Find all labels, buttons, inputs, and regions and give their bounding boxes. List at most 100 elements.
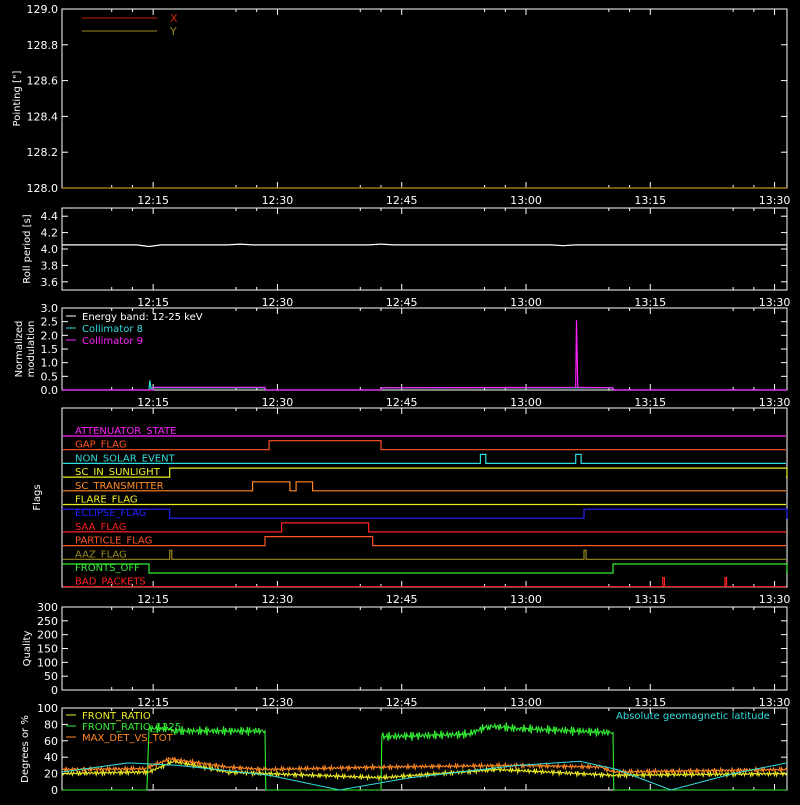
flag-label: NON_SOLAR_EVENT [75, 453, 176, 464]
flag-line-sc-transmitter [63, 481, 786, 492]
y-tick-label: 0 [51, 684, 58, 697]
modulation-y-label-2: modulation [26, 321, 37, 378]
y-tick-label: 40 [44, 751, 58, 764]
ratio-series-max-det-vs-tot [62, 756, 788, 776]
modulation-legend-label: Collimator 8 [82, 324, 143, 335]
y-tick-label: 0.5 [41, 370, 59, 383]
x-tick-label: 12:30 [262, 194, 294, 207]
ratio-legend-label: FRONT_RATIO [82, 711, 151, 722]
y-tick-label: 200 [37, 629, 58, 642]
x-tick-label: 12:15 [137, 696, 169, 709]
roll-period-series [62, 243, 787, 248]
x-tick-label: 12:30 [262, 696, 294, 709]
x-tick-label: 12:30 [262, 593, 294, 606]
y-tick-label: 1.0 [41, 357, 59, 370]
pointing-y-label: Pointing ["] [12, 70, 23, 126]
x-tick-label: 12:15 [137, 296, 169, 309]
flag-label: ATTENUATOR_STATE [75, 426, 176, 437]
y-tick-label: 2.0 [41, 329, 59, 342]
y-tick-label: 3.6 [41, 276, 59, 289]
plot-window: 128.0 128.2 128.4 128.6 128.8 129.0 12:15 12:30… [0, 0, 800, 800]
x-tick-label: 12:15 [137, 194, 169, 207]
flag-label: AAZ_FLAG [75, 549, 127, 560]
y-tick-label: 80 [44, 718, 58, 731]
roll-period-panel-frame [61, 207, 788, 291]
x-tick-label: 13:30 [759, 194, 791, 207]
x-tick-label: 13:30 [759, 396, 791, 409]
x-tick-label: 13:00 [510, 194, 542, 207]
y-tick-label: 4.0 [41, 243, 59, 256]
pointing-legend-label: X [170, 12, 178, 25]
flag-label: GAP_FLAG [75, 440, 127, 451]
x-tick-label: 13:00 [510, 696, 542, 709]
x-tick-label: 13:15 [634, 194, 666, 207]
geomagnetic-latitude-annotation: Absolute geomagnetic latitude [616, 711, 770, 722]
y-tick-label: 50 [44, 670, 58, 683]
flag-line-fronts-off [62, 563, 788, 574]
x-tick-label: 13:00 [510, 396, 542, 409]
ratio-legend-label: MAX_DET_VS_TOT [82, 733, 174, 744]
flag-line-particle-flag [63, 535, 786, 547]
y-tick-label: 1.5 [41, 343, 59, 356]
quality-panel-frame [61, 606, 788, 691]
x-tick-label: 12:15 [137, 593, 169, 606]
x-tick-label: 13:30 [759, 296, 791, 309]
roll-period-y-label: Roll period [s] [22, 214, 33, 283]
flag-label: FLARE_FLAG [75, 495, 138, 506]
quality-y-label: Quality [22, 631, 33, 667]
x-tick-label: 12:45 [386, 696, 418, 709]
modulation-series-collimator-8 [62, 380, 787, 391]
flag-line-gap-flag [63, 440, 786, 451]
y-tick-label: 128.6 [27, 75, 59, 88]
x-tick-label: 13:15 [634, 696, 666, 709]
flag-label: BAD_PACKETS [75, 577, 146, 588]
x-tick-label: 13:30 [759, 593, 791, 606]
y-tick-label: 300 [37, 601, 58, 614]
y-tick-label: 128.8 [27, 39, 59, 52]
ratio-y-label: Degrees or % [20, 715, 31, 783]
x-tick-label: 12:45 [386, 194, 418, 207]
y-tick-label: 0.0 [41, 384, 59, 397]
flag-line-sc-in-sunlight [63, 467, 788, 478]
flag-line-saa-flag [63, 522, 786, 533]
y-tick-label: 128.4 [27, 110, 59, 123]
ratio-series-absolute-geomagnetic-latitude [61, 760, 788, 791]
flag-label: ECLIPSE_FLAG [75, 508, 146, 519]
x-tick-label: 13:15 [634, 396, 666, 409]
y-tick-label: 3.8 [41, 259, 59, 272]
x-tick-label: 13:30 [759, 696, 791, 709]
modulation-legend-label: Collimator 9 [82, 336, 143, 347]
x-tick-label: 12:15 [137, 396, 169, 409]
x-tick-label: 12:30 [262, 396, 294, 409]
y-tick-label: 150 [37, 643, 58, 656]
flag-line-aaz-flag [63, 549, 786, 560]
x-tick-label: 13:00 [510, 593, 542, 606]
x-tick-label: 12:30 [262, 296, 294, 309]
flag-label: SAA_FLAG [75, 522, 126, 533]
flag-label: SC_IN_SUNLIGHT [75, 467, 161, 478]
x-tick-label: 13:15 [634, 593, 666, 606]
x-tick-label: 13:00 [510, 296, 542, 309]
y-tick-label: 128.0 [27, 182, 59, 195]
y-tick-label: 128.2 [27, 146, 59, 159]
y-tick-label: 250 [37, 615, 58, 628]
x-tick-label: 12:45 [386, 296, 418, 309]
y-tick-label: 100 [37, 656, 58, 669]
y-tick-label: 100 [37, 702, 58, 715]
flag-label: PARTICLE_FLAG [75, 536, 152, 547]
flag-label: SC_TRANSMITTER [75, 481, 164, 492]
flags-y-label: Flags [32, 484, 43, 510]
y-tick-label: 4.4 [41, 210, 59, 223]
y-tick-label: 4.2 [41, 227, 59, 240]
flag-line-bad-packets [63, 577, 786, 588]
ratio-legend-label: FRONT_RATIO_1225 [82, 722, 181, 733]
y-tick-label: 60 [44, 735, 58, 748]
modulation-series-collimator-9 [62, 320, 787, 391]
y-tick-label: 0 [51, 784, 58, 797]
flag-label: FRONTS_OFF [75, 563, 140, 574]
y-tick-label: 20 [44, 768, 58, 781]
y-tick-label: 2.5 [41, 316, 59, 329]
x-tick-label: 12:45 [386, 593, 418, 606]
y-tick-label: 3.0 [41, 302, 59, 315]
modulation-y-label: Normalized [14, 321, 25, 378]
